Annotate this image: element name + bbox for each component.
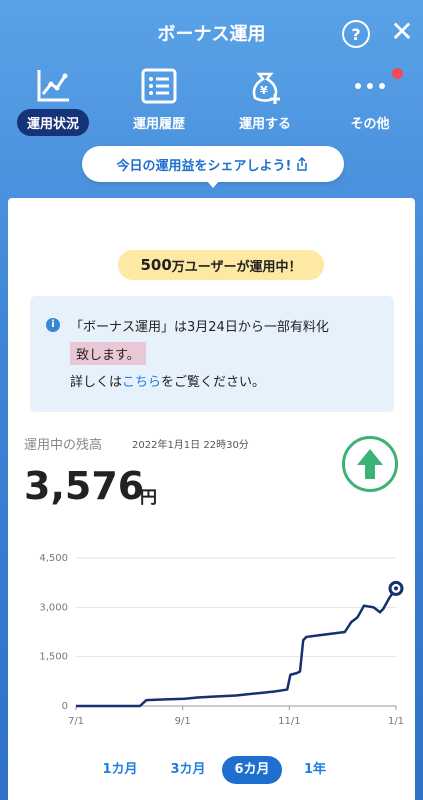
balance-label: 運用中の残高 (24, 438, 103, 453)
app-header: ボーナス運用 ? ✕ (0, 0, 423, 64)
range-6m[interactable]: 6カ月 (222, 756, 282, 784)
range-1y[interactable]: 1年 (292, 756, 338, 784)
notice-line-2: 致します。 (70, 342, 146, 365)
notice-suffix: をご覧ください。 (161, 375, 266, 390)
share-label: 今日の運用益をシェアしよう! (116, 158, 292, 174)
notice-link[interactable]: こちら (122, 375, 161, 390)
close-button[interactable]: ✕ (388, 18, 416, 46)
close-icon: ✕ (390, 15, 414, 48)
y-tick-label: 4,500 (39, 553, 68, 564)
notice-line-3: 詳しくはこちらをご覧ください。 (70, 371, 265, 390)
help-button[interactable]: ? (342, 20, 370, 48)
main-card: 500 万ユーザーが運用中！ i 「ボーナス運用」は3月24日から一部有料化 致し… (8, 198, 415, 800)
trend-up-button[interactable] (342, 436, 398, 492)
line-chart-icon (37, 70, 69, 102)
tab-status[interactable]: 運用状況 (3, 64, 103, 144)
user-count-badge: 500 万ユーザーが運用中！ (118, 250, 324, 280)
y-tick-label: 0 (62, 701, 68, 712)
user-count-number: 500 (140, 256, 172, 274)
share-bubble-tail (206, 180, 220, 188)
notification-badge (392, 68, 403, 79)
x-tick-label: 11/1 (278, 716, 300, 727)
notice-line-1: 「ボーナス運用」は3月24日から一部有料化 (70, 320, 329, 335)
info-icon: i (46, 318, 60, 332)
tab-bar: 運用状況 運用履歴 ¥ 運用する その他 (0, 64, 423, 144)
balance-amount: 3,576 (24, 464, 145, 508)
user-count-text: 万ユーザーが運用中！ (171, 259, 302, 275)
question-icon: ? (351, 24, 361, 44)
svg-text:¥: ¥ (260, 84, 268, 97)
more-dots-icon (355, 83, 385, 89)
notice-prefix: 詳しくは (70, 375, 123, 390)
balance-chart: 0 1,500 3,000 4,500 7/1 9/1 11/1 1/1 (39, 553, 404, 727)
tab-label: 運用状況 (16, 109, 90, 136)
arrow-up-icon (357, 449, 383, 479)
x-tick-label: 7/1 (68, 716, 84, 727)
y-tick-label: 3,000 (39, 602, 68, 613)
list-icon (141, 68, 177, 104)
tab-label: 運用履歴 (132, 117, 186, 132)
money-bag-plus-icon: ¥ (252, 72, 280, 104)
tab-other[interactable]: その他 (320, 64, 420, 144)
range-3m[interactable]: 3カ月 (160, 756, 216, 784)
tab-label: 運用する (238, 117, 292, 132)
y-tick-label: 1,500 (39, 652, 68, 663)
notice-box: i 「ボーナス運用」は3月24日から一部有料化 致します。 詳しくはこちらをご覧… (30, 296, 394, 412)
series-line (76, 587, 398, 708)
tab-invest[interactable]: ¥ 運用する (215, 64, 315, 144)
latest-point-center (394, 586, 398, 591)
share-button[interactable]: 今日の運用益をシェアしよう! (82, 146, 344, 182)
tab-label: その他 (350, 117, 390, 132)
x-tick-label: 9/1 (175, 716, 191, 727)
range-1m[interactable]: 1カ月 (92, 756, 148, 784)
range-selector: 1カ月 3カ月 6カ月 1年 (8, 756, 415, 788)
share-icon (297, 157, 308, 171)
tab-history[interactable]: 運用履歴 (109, 64, 209, 144)
balance-unit: 円 (140, 488, 157, 508)
x-tick-label: 1/1 (388, 716, 404, 727)
balance-timestamp: 2022年1月1日 22時30分 (132, 440, 249, 451)
